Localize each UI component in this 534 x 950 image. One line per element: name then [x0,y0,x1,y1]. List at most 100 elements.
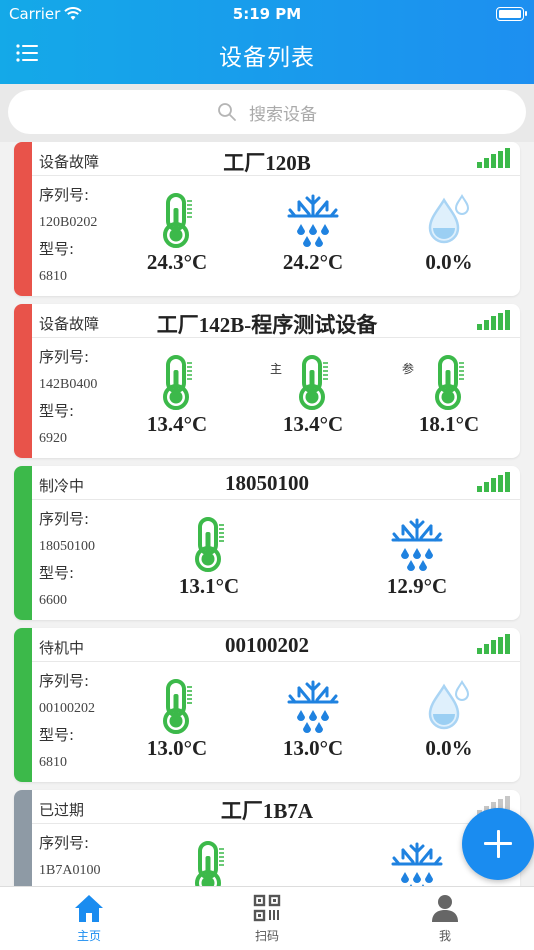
sensor-reading: 13.0°C [268,678,358,761]
sensor-reading: 13.0°C [132,678,222,761]
sensor-reading [164,840,254,886]
home-icon [75,895,103,922]
qrcode-icon [253,894,281,922]
sensor-tag: 参 [402,362,415,376]
signal-icon [477,472,510,492]
serial-value: 00100202 [39,701,95,716]
device-card[interactable]: 待机中 00100202 序列号: 00100202 型号: 6810 13.0… [14,628,520,782]
tab-profile[interactable]: 我 [395,893,495,944]
model-value: 6600 [39,593,67,608]
sensor-reading: 参 18.1°C [402,354,494,437]
serial-label: 序列号: [39,510,90,528]
model-value: 6810 [39,269,67,284]
sensor-reading: 24.3°C [132,192,222,275]
model-value: 6810 [39,755,67,770]
sensor-reading [372,840,462,886]
sensor-value: 13.0°C [282,736,344,760]
sensor-reading: 13.1°C [164,516,254,599]
divider [32,337,520,338]
thermometer-icon [163,355,192,410]
sensor-value: 13.4°C [146,412,208,436]
tab-profile-label: 我 [438,929,451,943]
sensor-reading: 0.0% [404,678,494,761]
divider [32,661,520,662]
sensor-reading: 0.0% [404,192,494,275]
thermometer-icon [163,193,192,248]
clock: 5:19 PM [232,5,302,23]
divider [32,499,520,500]
model-label: 型号: [39,240,75,258]
add-device-button[interactable] [462,808,534,880]
status-indicator-bar [14,466,32,620]
tab-home[interactable]: 主页 [39,893,139,944]
sensor-reading: 12.9°C [372,516,462,599]
search-area: 搜索设备 [0,84,534,142]
search-input[interactable]: 搜索设备 [8,90,526,134]
device-card[interactable]: 设备故障 工厂120B 序列号: 120B0202 型号: 6810 24.3°… [14,142,520,296]
sensor-value: 12.9°C [386,574,448,598]
device-card[interactable]: 设备故障 工厂142B-程序测试设备 序列号: 142B0400 型号: 692… [14,304,520,458]
sensor-value: 18.1°C [418,412,480,436]
serial-value: 18050100 [39,539,95,554]
device-info: 序列号: 1B7A0100 型号: [39,830,139,886]
snowflake-icon [287,194,339,247]
tab-scan[interactable]: 扫码 [217,893,317,944]
divider [32,823,520,824]
serial-label: 序列号: [39,186,90,204]
device-info: 序列号: 18050100 型号: 6600 [39,506,139,614]
device-name: 工厂120B [223,151,311,175]
snowflake-icon [391,842,443,886]
sensor-reading: 主 13.4°C [268,354,358,437]
thermometer-icon [163,679,192,734]
sensor-reading: 24.2°C [268,192,358,275]
device-name: 00100202 [225,633,309,657]
model-value: 6920 [39,431,67,446]
tab-home-label: 主页 [76,929,101,943]
snowflake-icon [391,518,443,571]
profile-icon [432,895,458,922]
sensor-tag: 主 [270,362,283,376]
tab-bar: 主页 扫码 我 [0,886,534,950]
search-icon [218,103,236,121]
sensor-value: 24.2°C [282,250,344,274]
status-bar: Carrier 5:19 PM [0,0,534,28]
sensor-value: 13.4°C [282,412,344,436]
device-info: 序列号: 120B0202 型号: 6810 [39,182,139,290]
signal-icon [477,310,510,330]
device-card[interactable]: 制冷中 18050100 序列号: 18050100 型号: 6600 13.1… [14,466,520,620]
humidity-icon [428,680,470,730]
serial-value: 142B0400 [39,377,98,392]
battery-icon [496,7,527,21]
serial-label: 序列号: [39,672,90,690]
signal-icon [477,148,510,168]
status-indicator-bar [14,628,32,782]
snowflake-icon [287,680,339,733]
model-label: 型号: [39,726,75,744]
serial-label: 序列号: [39,834,90,852]
model-label: 型号: [39,564,75,582]
sensor-value: 13.1°C [178,574,240,598]
status-indicator-bar [14,142,32,296]
thermometer-icon [299,355,328,410]
device-name: 18050100 [225,471,309,495]
device-list[interactable]: 设备故障 工厂120B 序列号: 120B0202 型号: 6810 24.3°… [0,142,534,886]
status-indicator-bar [14,790,32,886]
sensor-value: 0.0% [425,736,473,760]
serial-label: 序列号: [39,348,90,366]
divider [32,175,520,176]
serial-value: 1B7A0100 [39,863,101,878]
serial-value: 120B0202 [39,215,98,230]
device-card[interactable]: 已过期 工厂1B7A 序列号: 1B7A0100 型号: [14,790,520,886]
device-name: 工厂1B7A [220,799,314,823]
sensor-reading: 13.4°C [132,354,222,437]
page-title: 设备列表 [219,45,315,71]
device-info: 序列号: 142B0400 型号: 6920 [39,344,139,452]
sensor-value: 13.0°C [146,736,208,760]
status-indicator-bar [14,304,32,458]
tab-scan-label: 扫码 [254,929,279,943]
thermometer-icon [435,355,464,410]
sensor-value: 0.0% [425,250,473,274]
device-info: 序列号: 00100202 型号: 6810 [39,668,139,776]
signal-icon [477,634,510,654]
thermometer-icon [195,841,224,886]
